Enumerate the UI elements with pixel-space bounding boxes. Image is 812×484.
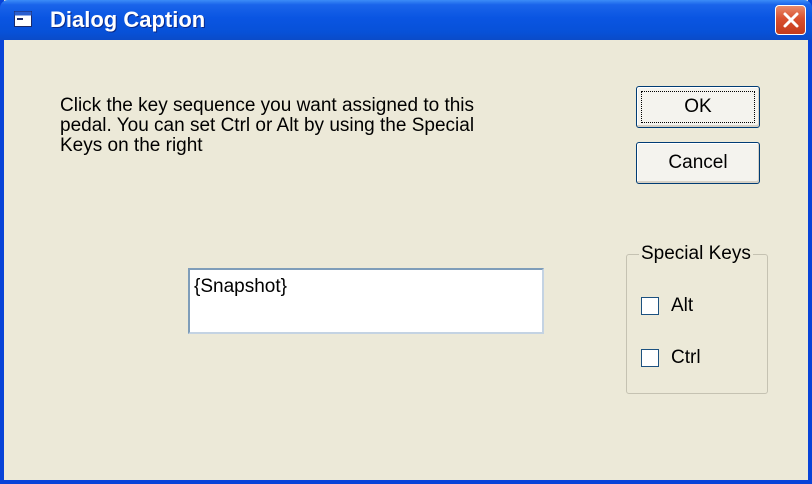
close-x-icon bbox=[783, 12, 799, 28]
ok-button-label: OK bbox=[684, 96, 712, 117]
dialog-window: Dialog Caption Click the key sequence yo… bbox=[0, 0, 812, 484]
instruction-text: Click the key sequence you want assigned… bbox=[60, 95, 475, 156]
special-keys-legend: Special Keys bbox=[639, 243, 753, 265]
close-button[interactable] bbox=[775, 5, 806, 35]
key-sequence-field[interactable]: {Snapshot} bbox=[188, 268, 544, 334]
special-keys-group: Special Keys Alt Ctrl bbox=[626, 243, 768, 394]
alt-checkbox[interactable] bbox=[641, 297, 659, 315]
window-app-icon bbox=[14, 11, 32, 27]
cancel-button-label: Cancel bbox=[668, 152, 728, 173]
alt-checkbox-label[interactable]: Alt bbox=[671, 295, 693, 317]
cancel-button[interactable]: Cancel bbox=[636, 142, 760, 184]
ctrl-checkbox-label[interactable]: Ctrl bbox=[671, 347, 701, 369]
ctrl-checkbox[interactable] bbox=[641, 349, 659, 367]
ok-button[interactable]: OK bbox=[636, 86, 760, 128]
title-bar[interactable]: Dialog Caption bbox=[0, 0, 812, 40]
window-title: Dialog Caption bbox=[50, 7, 206, 32]
